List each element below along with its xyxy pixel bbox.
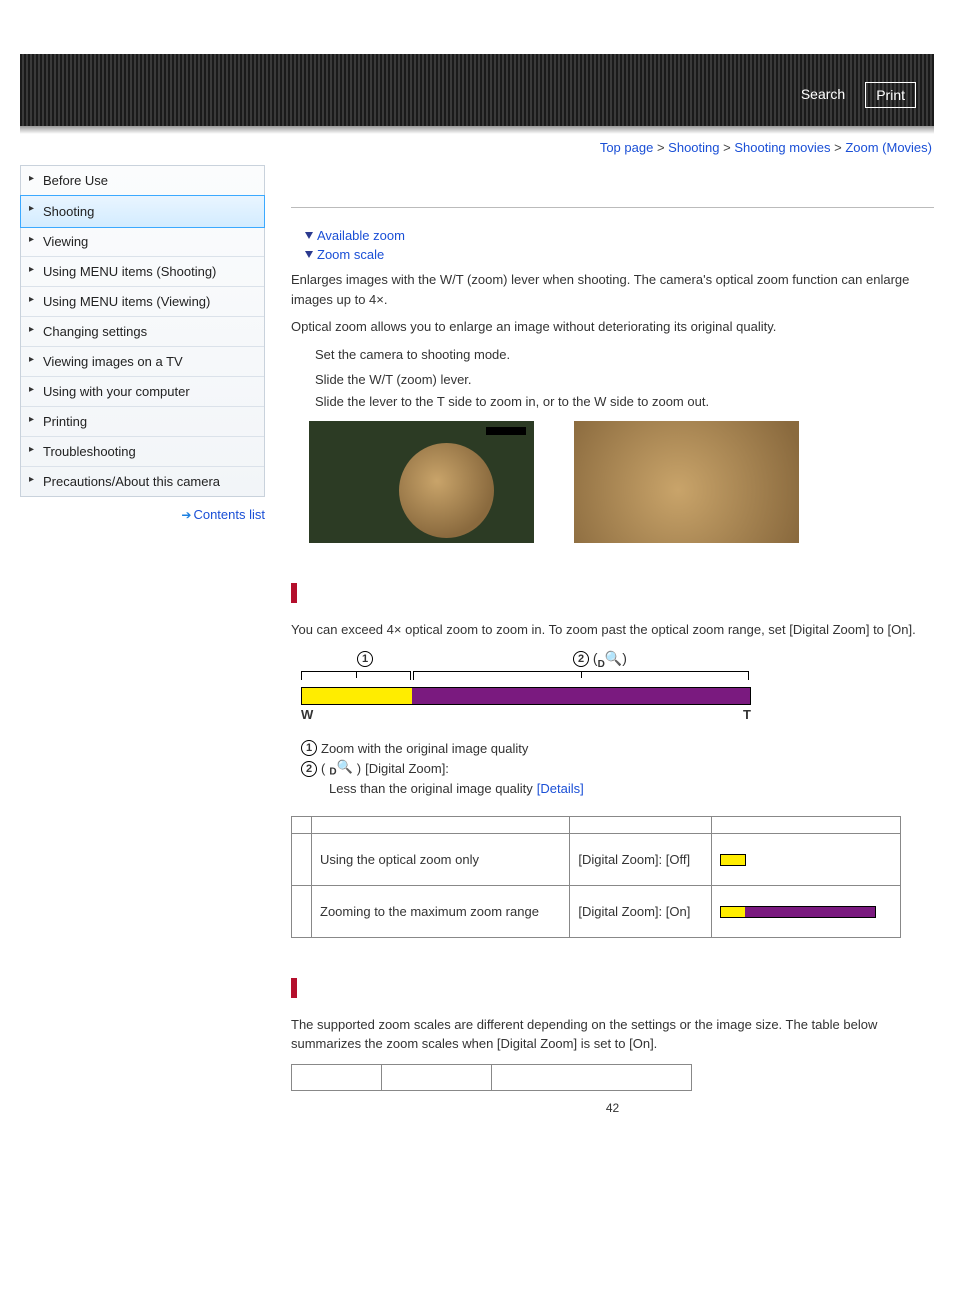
brace-digital-icon <box>413 671 749 681</box>
circled-one-icon: 1 <box>301 740 317 756</box>
legend-2-text: Less than the original image quality <box>329 781 533 796</box>
minibar-optical-only <box>720 854 746 866</box>
sample-image-wide <box>309 421 534 543</box>
zoom-table-desc: Using the optical zoom only <box>312 833 570 885</box>
anchor-available-zoom-label[interactable]: Available zoom <box>317 228 405 243</box>
intro-paragraph-2: Optical zoom allows you to enlarge an im… <box>291 317 934 337</box>
zoom-bar-optical <box>302 688 412 704</box>
sidebar-item-computer[interactable]: Using with your computer <box>21 377 264 407</box>
step-2-sub: Slide the lever to the T side to zoom in… <box>315 392 934 412</box>
triangle-down-icon <box>305 251 313 258</box>
circled-two-icon: 2 <box>301 761 317 777</box>
sidebar-item-before-use[interactable]: Before Use <box>21 166 264 196</box>
zoom-legend: 1 Zoom with the original image quality 2… <box>301 740 934 796</box>
zoom-table-setting: [Digital Zoom]: [On] <box>570 885 711 937</box>
breadcrumb: Top page > Shooting > Shooting movies > … <box>0 140 932 155</box>
section-marker-icon <box>291 583 297 603</box>
main-content: Available zoom Zoom scale Enlarges image… <box>291 161 934 1115</box>
zoom-table-desc: Zooming to the maximum zoom range <box>312 885 570 937</box>
arrow-right-icon: ➔ <box>181 508 191 522</box>
header-band: Search Print <box>20 54 934 126</box>
sidebar-item-menu-viewing[interactable]: Using MENU items (Viewing) <box>21 287 264 317</box>
breadcrumb-separator: > <box>723 140 731 155</box>
sidebar-item-changing-settings[interactable]: Changing settings <box>21 317 264 347</box>
zoom-table: Using the optical zoom only [Digital Zoo… <box>291 816 901 938</box>
zoom-scale-paragraph: The supported zoom scales are different … <box>291 1015 934 1054</box>
table-row: Zooming to the maximum zoom range [Digit… <box>292 885 901 937</box>
sidebar-item-troubleshooting[interactable]: Troubleshooting <box>21 437 264 467</box>
breadcrumb-shooting-movies[interactable]: Shooting movies <box>734 140 830 155</box>
breadcrumb-shooting[interactable]: Shooting <box>668 140 719 155</box>
hud-icon <box>486 427 526 435</box>
sidebar-item-viewing[interactable]: Viewing <box>21 227 264 257</box>
circled-one-icon: 1 <box>357 651 373 667</box>
legend-2-prefix: [Digital Zoom]: <box>365 761 449 776</box>
sidebar: Before Use Shooting Viewing Using MENU i… <box>20 165 265 1115</box>
step-2: Slide the W/T (zoom) lever. <box>315 370 934 390</box>
circled-two-icon: 2 <box>573 651 589 667</box>
zoom-table-setting: [Digital Zoom]: [Off] <box>570 833 711 885</box>
available-paragraph: You can exceed 4× optical zoom to zoom i… <box>291 620 934 640</box>
steps: Set the camera to shooting mode. Slide t… <box>315 345 934 412</box>
breadcrumb-separator: > <box>657 140 665 155</box>
t-label: T <box>743 707 751 722</box>
sample-image-tele <box>574 421 799 543</box>
sidebar-item-shooting[interactable]: Shooting <box>20 195 265 228</box>
w-label: W <box>301 707 313 722</box>
sidebar-nav: Before Use Shooting Viewing Using MENU i… <box>20 165 265 497</box>
sample-images <box>309 421 934 543</box>
sidebar-item-menu-shooting[interactable]: Using MENU items (Shooting) <box>21 257 264 287</box>
breadcrumb-separator: > <box>834 140 842 155</box>
triangle-down-icon <box>305 232 313 239</box>
contents-list-label[interactable]: Contents list <box>193 507 265 522</box>
divider <box>291 207 934 208</box>
zoom-diagram: 1 2 (D🔍) W T <box>301 650 934 723</box>
print-button[interactable]: Print <box>865 82 916 108</box>
page-number: 42 <box>291 1101 934 1115</box>
digital-zoom-icon: D🔍 <box>598 650 623 666</box>
digital-zoom-icon: D🔍 <box>329 759 352 778</box>
sidebar-item-precautions[interactable]: Precautions/About this camera <box>21 467 264 496</box>
zoom-bar <box>301 687 751 705</box>
zoom-bar-digital <box>412 688 750 704</box>
search-button[interactable]: Search <box>791 82 855 108</box>
minibar-max-zoom <box>720 906 876 918</box>
zoom-wt-labels: W T <box>301 707 751 722</box>
brace-optical-icon <box>301 671 411 681</box>
zoom-scales-table <box>291 1064 692 1091</box>
legend-1-text: Zoom with the original image quality <box>321 741 528 756</box>
details-link[interactable]: [Details] <box>537 781 584 796</box>
contents-list-link[interactable]: ➔Contents list <box>20 507 265 522</box>
anchor-available-zoom[interactable]: Available zoom <box>305 228 934 243</box>
sidebar-item-printing[interactable]: Printing <box>21 407 264 437</box>
hud-icon <box>751 427 791 435</box>
breadcrumb-top[interactable]: Top page <box>600 140 654 155</box>
anchor-zoom-scale-label[interactable]: Zoom scale <box>317 247 384 262</box>
step-1: Set the camera to shooting mode. <box>315 345 934 365</box>
intro-paragraph-1: Enlarges images with the W/T (zoom) leve… <box>291 270 934 309</box>
table-row: Using the optical zoom only [Digital Zoo… <box>292 833 901 885</box>
sidebar-item-viewing-tv[interactable]: Viewing images on a TV <box>21 347 264 377</box>
section-marker-icon <box>291 978 297 998</box>
anchor-zoom-scale[interactable]: Zoom scale <box>305 247 934 262</box>
breadcrumb-zoom-movies[interactable]: Zoom (Movies) <box>845 140 932 155</box>
